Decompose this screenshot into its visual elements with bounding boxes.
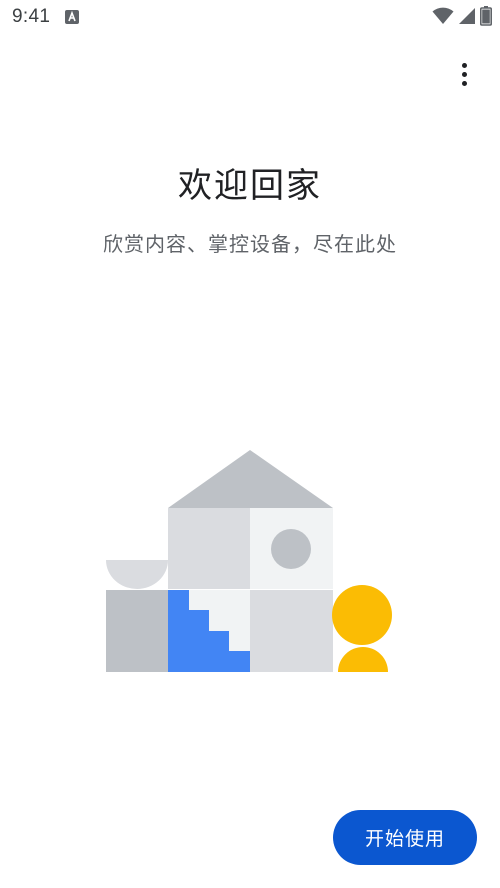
menu-dot: [461, 71, 467, 77]
upper-left-wall: [168, 508, 250, 589]
more-vert-icon[interactable]: [450, 57, 478, 91]
person-head: [332, 585, 392, 645]
welcome-screen: 9:41 欢迎回家 欣赏内容、掌控设备，尽在此处 开始使用: [0, 0, 500, 888]
left-block: [106, 590, 168, 672]
lower-right-wall: [250, 590, 333, 672]
get-started-button[interactable]: 开始使用: [333, 810, 477, 865]
roof: [168, 450, 333, 508]
status-bar: 9:41: [0, 0, 500, 34]
bowl-shape: [106, 560, 168, 589]
status-icons: [432, 6, 492, 26]
status-time: 9:41: [12, 6, 51, 27]
window-circle: [271, 529, 311, 569]
font-a-icon: [65, 10, 79, 24]
battery-icon: [480, 6, 492, 26]
person-body: [338, 647, 388, 672]
cell-signal-icon: [459, 8, 475, 24]
page-subtitle: 欣赏内容、掌控设备，尽在此处: [103, 232, 397, 256]
menu-dot: [461, 80, 467, 86]
wifi-icon: [432, 7, 454, 24]
home-illustration: [106, 450, 392, 672]
menu-dot: [461, 62, 467, 68]
page-title: 欢迎回家: [178, 166, 322, 206]
